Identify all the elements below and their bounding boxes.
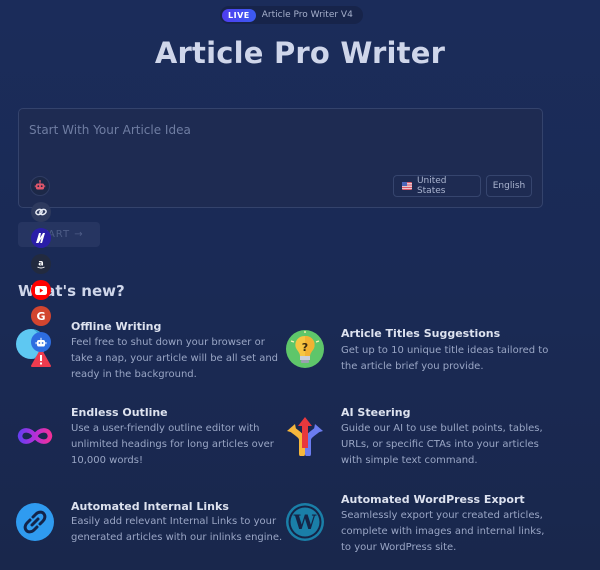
us-flag-icon	[402, 182, 412, 190]
infinity-icon	[17, 428, 53, 444]
feature-title: Article Titles Suggestions	[341, 327, 501, 340]
start-button[interactable]: START →	[18, 222, 100, 247]
google-icon[interactable]: G	[31, 306, 51, 326]
feature-description: Use a user-friendly outline editor with …	[71, 423, 274, 466]
feature-description: Seamlessly export your created articles,…	[341, 510, 545, 553]
amazon-icon[interactable]: a	[31, 254, 51, 274]
feature-description: Get up to 10 unique title ideas tailored…	[341, 345, 549, 372]
language-label: English	[492, 181, 526, 191]
ai-bot-icon[interactable]	[31, 332, 51, 352]
robot-icon[interactable]	[30, 176, 50, 196]
feature-description: Guide our AI to use bullet points, table…	[341, 423, 543, 466]
feature-description: Easily add relevant Internal Links to yo…	[71, 516, 283, 543]
live-badge: LIVE	[222, 8, 256, 22]
page-title: Article Pro Writer	[154, 36, 446, 70]
language-select[interactable]: English	[486, 175, 532, 197]
google-glyph: G	[36, 309, 46, 323]
feature-title: Automated WordPress Export	[341, 493, 525, 506]
feature-title: AI Steering	[341, 406, 411, 419]
svg-text:?: ?	[302, 341, 308, 354]
page: LIVE Article Pro Writer V4 Article Pro W…	[0, 0, 600, 570]
prompt-card: United States English	[18, 108, 543, 208]
youtube-icon[interactable]	[31, 280, 51, 300]
m-logo-icon[interactable]	[31, 228, 51, 248]
svg-text:W: W	[293, 510, 317, 534]
feature-title: Endless Outline	[71, 406, 168, 419]
country-select[interactable]: United States	[393, 175, 481, 197]
article-idea-input[interactable]	[29, 123, 529, 137]
split-arrows-icon	[287, 417, 323, 456]
feature-title: Automated Internal Links	[71, 500, 229, 513]
version-label: Article Pro Writer V4	[261, 10, 353, 20]
svg-text:a: a	[38, 259, 43, 268]
version-badge: LIVE Article Pro Writer V4	[220, 6, 363, 24]
wordpress-icon: W	[286, 503, 324, 541]
country-label: United States	[416, 176, 447, 196]
link-icon	[16, 503, 54, 541]
chain-link-icon[interactable]	[31, 202, 51, 222]
feature-title: Offline Writing	[71, 320, 162, 333]
lightbulb-question-icon: ?	[286, 330, 324, 368]
feature-description: Feel free to shut down your browser or t…	[71, 337, 279, 380]
